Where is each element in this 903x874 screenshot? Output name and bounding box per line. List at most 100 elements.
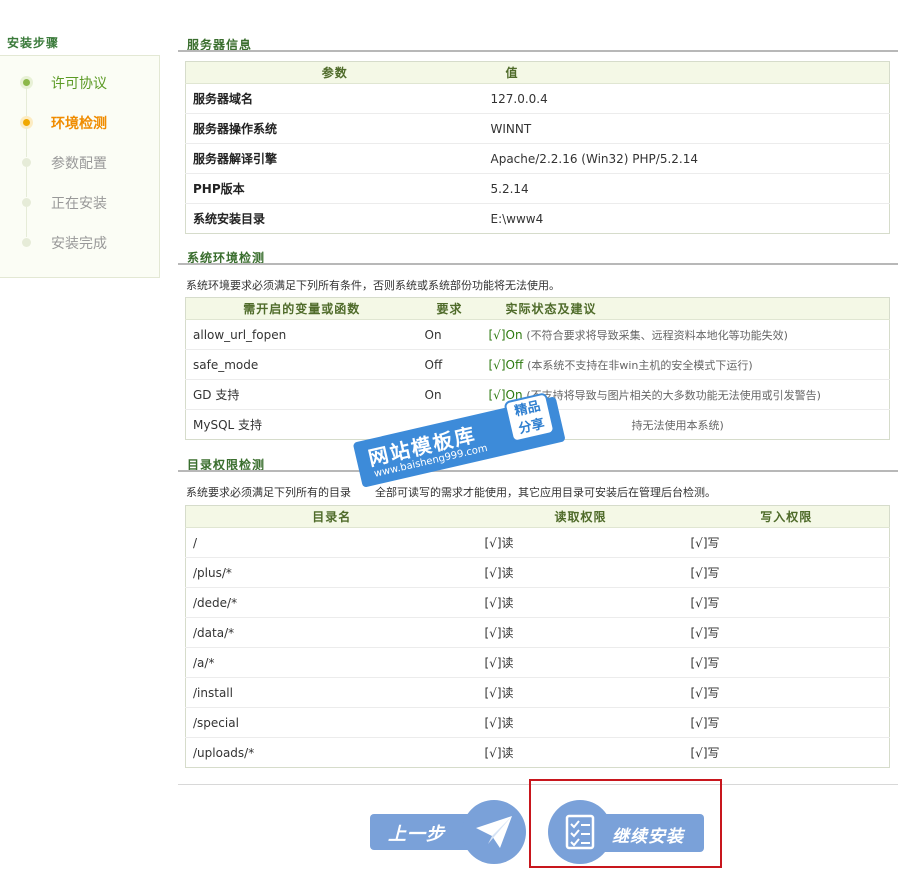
section-divider bbox=[178, 50, 898, 52]
requirement: On bbox=[417, 379, 482, 410]
param-name: 服务器操作系统 bbox=[185, 113, 484, 144]
write-permission: [√]写 bbox=[683, 557, 890, 588]
write-permission: [√]写 bbox=[683, 587, 890, 618]
write-permission: [√]写 bbox=[683, 617, 890, 648]
write-permission: [√]写 bbox=[683, 707, 890, 738]
env-check-note: 系统环境要求必须满足下列所有条件，否则系统或系统部份功能将无法使用。 bbox=[186, 279, 560, 292]
table-row: /special [√]读 [√]写 bbox=[185, 707, 890, 738]
param-name: PHP版本 bbox=[185, 173, 484, 204]
table-row: /plus/* [√]读 [√]写 bbox=[185, 557, 890, 588]
table-row: /uploads/* [√]读 [√]写 bbox=[185, 737, 890, 768]
dir-name: /install bbox=[185, 677, 478, 708]
status-hint: 持无法使用本系统) bbox=[631, 418, 724, 432]
write-permission: [√]写 bbox=[683, 737, 890, 768]
step-installing: 正在安装 bbox=[0, 185, 158, 237]
table-row: /data/* [√]读 [√]写 bbox=[185, 617, 890, 648]
table-row: /install [√]读 [√]写 bbox=[185, 677, 890, 708]
column-header: 参数 bbox=[185, 61, 484, 84]
step-pending-dot-icon bbox=[22, 198, 31, 207]
column-header: 写入权限 bbox=[683, 505, 890, 528]
paper-plane-icon bbox=[476, 816, 512, 848]
step-current-dot-icon bbox=[23, 119, 30, 126]
step-label: 正在安装 bbox=[51, 196, 107, 212]
column-header: 实际状态及建议 bbox=[481, 297, 890, 320]
step-done-dot-icon bbox=[23, 79, 30, 86]
param-name: 服务器域名 bbox=[185, 83, 484, 114]
dir-name: /a/* bbox=[185, 647, 478, 678]
install-steps-panel: 许可协议 环境检测 参数配置 正在安装 安装完成 bbox=[0, 55, 160, 278]
column-header: 需开启的变量或函数 bbox=[185, 297, 418, 320]
column-header: 值 bbox=[483, 61, 890, 84]
table-header-row: 目录名 读取权限 写入权限 bbox=[185, 505, 890, 528]
table-row: 服务器域名 127.0.0.4 bbox=[185, 83, 890, 114]
read-permission: [√]读 bbox=[477, 737, 684, 768]
param-value: WINNT bbox=[483, 113, 890, 144]
requirement: Off bbox=[417, 349, 482, 380]
step-label: 许可协议 bbox=[51, 76, 107, 92]
status-hint: (不符合要求将导致采集、远程资料本地化等功能失效) bbox=[526, 328, 788, 342]
read-permission: [√]读 bbox=[477, 707, 684, 738]
step-label: 安装完成 bbox=[51, 236, 107, 252]
dir-name: /special bbox=[185, 707, 478, 738]
function-name: allow_url_fopen bbox=[185, 319, 418, 350]
section-divider bbox=[178, 470, 898, 472]
param-value: Apache/2.2.16 (Win32) PHP/5.2.14 bbox=[483, 143, 890, 174]
read-permission: [√]读 bbox=[477, 617, 684, 648]
prev-step-button[interactable]: 上一步 bbox=[370, 800, 526, 864]
table-row: /dede/* [√]读 [√]写 bbox=[185, 587, 890, 618]
dir-name: /plus/* bbox=[185, 557, 478, 588]
dir-check-note: 系统要求必须满足下列所有的目录 全部可读写的需求才能使用，其它应用目录可安装后在管… bbox=[186, 486, 716, 499]
step-config: 参数配置 bbox=[0, 145, 158, 197]
param-name: 系统安装目录 bbox=[185, 203, 484, 234]
read-permission: [√]读 bbox=[477, 527, 684, 558]
function-name: safe_mode bbox=[185, 349, 418, 380]
param-value: 127.0.0.4 bbox=[483, 83, 890, 114]
column-header: 读取权限 bbox=[477, 505, 684, 528]
write-permission: [√]写 bbox=[683, 647, 890, 678]
table-row: 服务器解译引擎 Apache/2.2.16 (Win32) PHP/5.2.14 bbox=[185, 143, 890, 174]
table-row: 服务器操作系统 WINNT bbox=[185, 113, 890, 144]
table-row: 系统安装目录 E:\www4 bbox=[185, 203, 890, 234]
sidebar-title: 安装步骤 bbox=[7, 36, 60, 50]
dir-name: /data/* bbox=[185, 617, 478, 648]
table-header-row: 需开启的变量或函数 要求 实际状态及建议 bbox=[185, 297, 890, 320]
write-permission: [√]写 bbox=[683, 677, 890, 708]
read-permission: [√]读 bbox=[477, 557, 684, 588]
prev-step-label: 上一步 bbox=[388, 824, 445, 845]
table-row: safe_mode Off [√]Off (本系统不支持在非win主机的安全模式… bbox=[185, 349, 890, 380]
read-permission: [√]读 bbox=[477, 677, 684, 708]
param-name: 服务器解译引擎 bbox=[185, 143, 484, 174]
table-row: allow_url_fopen On [√]On (不符合要求将导致采集、远程资… bbox=[185, 319, 890, 350]
step-label: 环境检测 bbox=[51, 116, 107, 132]
read-permission: [√]读 bbox=[477, 587, 684, 618]
status-hint: (本系统不支持在非win主机的安全模式下运行) bbox=[527, 358, 753, 372]
read-permission: [√]读 bbox=[477, 647, 684, 678]
write-permission: [√]写 bbox=[683, 527, 890, 558]
status-ok: [√]On bbox=[488, 327, 523, 342]
requirement: On bbox=[417, 319, 482, 350]
step-env-check: 环境检测 bbox=[0, 105, 158, 157]
step-license: 许可协议 bbox=[0, 65, 158, 117]
dir-name: /uploads/* bbox=[185, 737, 478, 768]
column-header: 要求 bbox=[417, 297, 482, 320]
table-row: / [√]读 [√]写 bbox=[185, 527, 890, 558]
function-name: GD 支持 bbox=[185, 379, 418, 410]
table-row: /a/* [√]读 [√]写 bbox=[185, 647, 890, 678]
status-ok: [√]Off bbox=[488, 357, 524, 372]
highlight-box bbox=[529, 779, 722, 868]
param-value: 5.2.14 bbox=[483, 173, 890, 204]
status-hint: (不支持将导致与图片相关的大多数功能无法使用或引发警告) bbox=[526, 388, 821, 402]
param-value: E:\www4 bbox=[483, 203, 890, 234]
table-header-row: 参数 值 bbox=[185, 61, 890, 84]
step-label: 参数配置 bbox=[51, 156, 107, 172]
section-divider bbox=[178, 263, 898, 265]
step-pending-dot-icon bbox=[22, 238, 31, 247]
table-row: PHP版本 5.2.14 bbox=[185, 173, 890, 204]
step-pending-dot-icon bbox=[22, 158, 31, 167]
dir-name: /dede/* bbox=[185, 587, 478, 618]
dir-check-table: 目录名 读取权限 写入权限 / [√]读 [√]写 /plus/* [√]读 [√]写 … bbox=[185, 505, 890, 768]
step-complete: 安装完成 bbox=[0, 225, 158, 265]
server-info-table: 参数 值 服务器域名 127.0.0.4 服务器操作系统 WINNT 服务器解译… bbox=[185, 61, 890, 234]
column-header: 目录名 bbox=[185, 505, 478, 528]
dir-name: / bbox=[185, 527, 478, 558]
